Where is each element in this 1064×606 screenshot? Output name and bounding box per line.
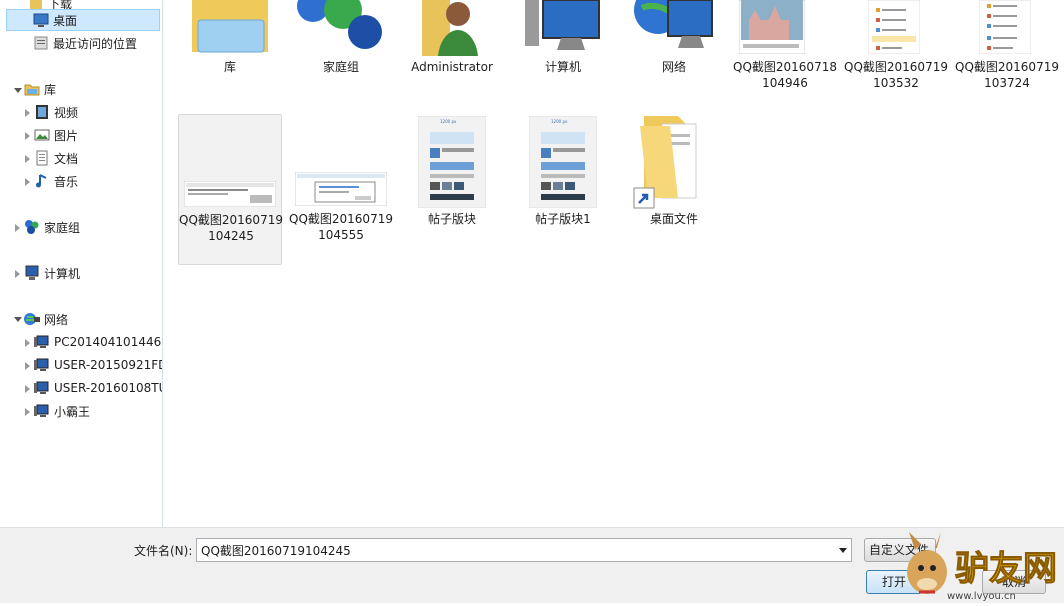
user-folder-icon [422,0,478,56]
file-item-screenshot-2[interactable]: QQ截图20160719103532 [844,0,948,110]
nav-item-network-pc1[interactable]: PC201404101446 [34,331,161,353]
file-item-post-section-1[interactable]: 1200 px 帖子版块1 [511,114,615,265]
folder-shortcut-icon [633,116,697,209]
homegroup-icon [297,0,382,49]
file-item-screenshot-1[interactable]: QQ截图20160718104946 [733,0,837,110]
watermark-url: www.lvyou.cn [947,591,1016,602]
file-item-libraries[interactable]: 库 [178,0,282,110]
nav-item-network-pc4[interactable]: 小霸王 [34,400,90,422]
expand-pc1-icon[interactable] [25,339,30,347]
image-thumbnail [184,181,276,207]
expand-libraries-icon[interactable] [14,88,22,93]
expand-homegroup-icon[interactable] [15,224,20,232]
network-pc-icon [34,357,50,373]
desktop-icon [33,12,49,28]
file-item-screenshot-selected[interactable]: QQ截图20160719104245 [178,114,283,265]
image-thumbnail [979,0,1031,54]
image-thumbnail [868,0,920,54]
library-folder-icon [192,0,268,53]
navigation-pane[interactable]: 下载 桌面 最近访问的位置 库 视频 图片 文档 音乐 家庭组 计算机 网络 P… [0,0,163,527]
svg-text:1200 px: 1200 px [440,119,457,124]
filename-input[interactable]: QQ截图20160719104245 [196,538,852,562]
nav-item-computer[interactable]: 计算机 [24,262,80,284]
file-item-desktop-files[interactable]: 桌面文件 [622,114,726,265]
network-pc-icon [34,380,50,396]
expand-music-icon[interactable] [25,178,30,186]
chevron-down-icon[interactable] [839,548,847,553]
file-item-screenshot-5[interactable]: QQ截图20160719104555 [289,114,393,265]
file-item-post-section[interactable]: 1200 px 帖子版块 [400,114,504,265]
image-thumbnail [295,172,387,206]
site-watermark: 驴友网 www.lvyou.cn [895,532,1064,603]
computer-icon [525,0,600,50]
file-list[interactable]: 库 家庭组 Administrator 计算机 网络 QQ截图201607181… [164,0,1064,527]
nav-item-music[interactable]: 音乐 [34,170,78,192]
computer-icon [24,265,40,281]
nav-item-pictures[interactable]: 图片 [34,124,78,146]
nav-item-homegroup[interactable]: 家庭组 [24,216,80,238]
expand-pc3-icon[interactable] [25,385,30,393]
network-pc-icon [34,403,50,419]
expand-video-icon[interactable] [25,109,30,117]
network-pc-icon [34,334,50,350]
network-icon [634,0,713,48]
expand-pictures-icon[interactable] [25,132,30,140]
svg-text:1200 px: 1200 px [551,119,568,124]
video-icon [34,104,50,120]
file-item-screenshot-3[interactable]: QQ截图20160719103724 [955,0,1059,110]
donkey-logo-icon: 驴友网 www.lvyou.cn [907,532,1058,602]
file-item-administrator[interactable]: Administrator [400,0,504,110]
nav-item-libraries[interactable]: 库 [24,78,56,100]
file-item-computer[interactable]: 计算机 [511,0,615,110]
nav-item-video[interactable]: 视频 [34,101,78,123]
pictures-icon [34,127,50,143]
file-item-homegroup[interactable]: 家庭组 [289,0,393,110]
image-thumbnail: 1200 px [529,116,597,208]
image-thumbnail [739,0,805,54]
documents-icon [34,150,50,166]
nav-item-recent-places[interactable]: 最近访问的位置 [33,32,137,54]
homegroup-icon [24,219,40,235]
nav-item-network[interactable]: 网络 [24,308,68,330]
nav-item-documents[interactable]: 文档 [34,147,78,169]
library-icon [24,81,40,97]
recent-places-icon [33,35,49,51]
music-icon [34,173,50,189]
nav-item-desktop[interactable]: 桌面 [6,9,160,31]
expand-pc2-icon[interactable] [25,362,30,370]
watermark-title: 驴友网 [955,549,1057,589]
nav-item-network-pc3[interactable]: USER-20160108TU [34,377,162,399]
file-item-network[interactable]: 网络 [622,0,726,110]
filename-label: 文件名(N): [134,544,193,558]
expand-documents-icon[interactable] [25,155,30,163]
expand-pc4-icon[interactable] [25,408,30,416]
network-icon [24,311,40,327]
nav-item-network-pc2[interactable]: USER-20150921FD [34,354,162,376]
expand-network-icon[interactable] [14,317,22,322]
expand-computer-icon[interactable] [15,270,20,278]
image-thumbnail: 1200 px [418,116,486,208]
